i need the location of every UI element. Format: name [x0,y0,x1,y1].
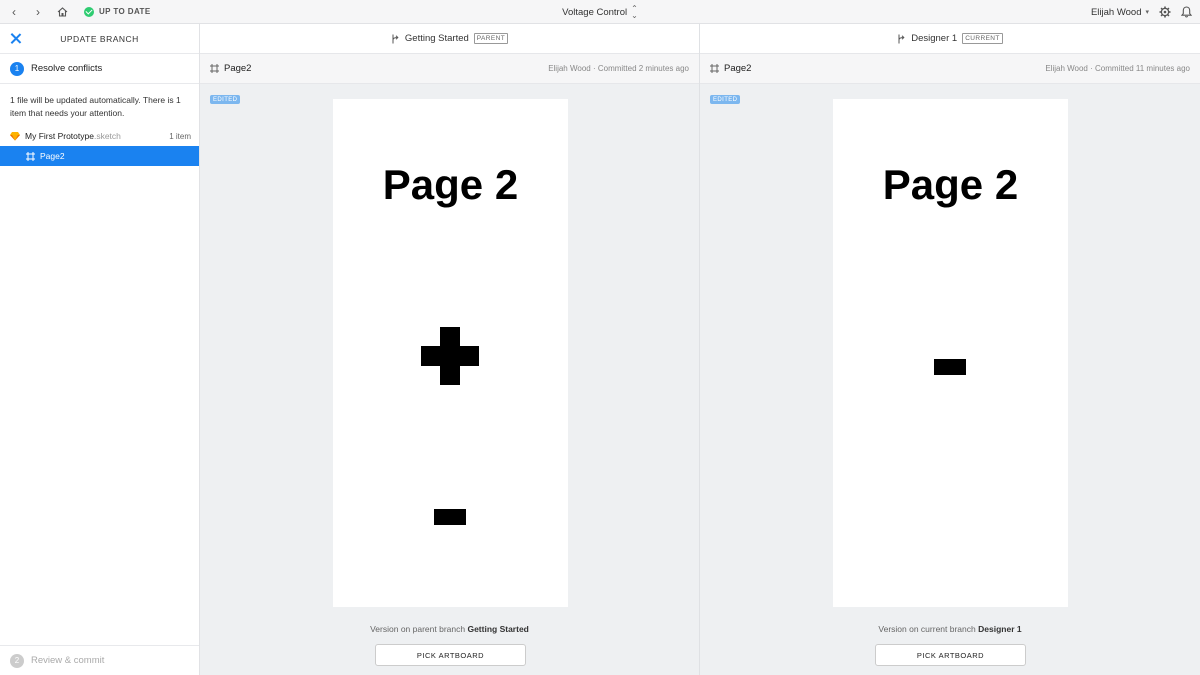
edited-badge: EDITED [210,95,241,104]
step-label: Resolve conflicts [31,63,103,74]
pick-artboard-button[interactable]: PICK ARTBOARD [375,644,526,666]
gear-icon[interactable] [1159,6,1171,18]
current-version-panel: Designer 1 CURRENT Page2 Elijah Wood · C… [700,24,1200,675]
project-switcher-wrap: Voltage Control ⌃ ⌄ [0,0,1200,24]
minus-icon [934,359,966,375]
updown-chevron-icon[interactable]: ⌃ ⌄ [631,5,638,20]
parent-version-panel: Getting Started PARENT Page2 Elijah Wood… [200,24,700,675]
version-caption-text: Version on parent branch [370,624,466,634]
branch-icon [391,34,400,44]
home-icon[interactable] [56,5,68,19]
user-name: Elijah Wood [1090,6,1142,18]
artboard-preview[interactable]: Page 2 [333,99,568,607]
nav-controls: ‹ › UP TO DATE [0,5,151,19]
branch-name: Getting Started [404,33,469,44]
branch-icon [897,34,906,44]
branch-header: Designer 1 CURRENT [700,24,1200,54]
version-caption-text: Version on current branch [878,624,976,634]
step-label: Review & commit [31,655,105,666]
page-item-label: Page2 [40,151,65,161]
sidebar-title: UPDATE BRANCH [60,33,139,44]
page-header: Page2 Elijah Wood · Committed 11 minutes… [700,54,1200,84]
title-bar: ‹ › UP TO DATE Voltage Control ⌃ ⌄ Elijah… [0,0,1200,24]
plus-icon [421,327,479,385]
step-number: 1 [10,61,24,76]
artboard-title: Page 2 [882,161,1019,208]
minus-icon [434,509,466,525]
branch-tag: PARENT [473,33,509,44]
topbar-right: Elijah Wood ▾ [1091,0,1192,24]
sidebar: UPDATE BRANCH 1 Resolve conflicts 1 file… [0,24,200,675]
page-item-selected[interactable]: Page2 [0,146,199,166]
pick-artboard-button[interactable]: PICK ARTBOARD [875,644,1026,666]
sync-status-label: UP TO DATE [99,7,151,16]
forward-icon[interactable]: › [32,5,44,19]
version-branch-name: Designer 1 [978,624,1022,634]
sidebar-header: UPDATE BRANCH [0,24,199,54]
artboard-title: Page 2 [382,161,519,208]
artboard-icon [210,64,219,73]
back-icon[interactable]: ‹ [8,5,20,19]
update-description: 1 file will be updated automatically. Th… [10,95,181,118]
commit-info: Elijah Wood · Committed 11 minutes ago [1045,64,1190,73]
file-item-count: 1 item [169,131,191,141]
version-branch-name: Getting Started [467,624,529,634]
step-resolve-conflicts[interactable]: 1 Resolve conflicts [0,54,199,84]
file-extension: .sketch [93,131,121,141]
sketch-file-icon [10,131,20,141]
sync-status: UP TO DATE [84,6,151,17]
commit-info: Elijah Wood · Committed 2 minutes ago [548,64,689,73]
bell-icon[interactable] [1181,6,1192,18]
artboard-icon [710,64,719,73]
page-header: Page2 Elijah Wood · Committed 2 minutes … [200,54,699,84]
chevron-down-icon: ▾ [1145,9,1149,16]
branch-header: Getting Started PARENT [200,24,699,54]
edited-badge: EDITED [710,95,741,104]
file-name: My First Prototype [25,131,94,141]
artboard-icon [26,151,35,161]
artboard-preview[interactable]: Page 2 [833,99,1068,607]
version-caption: Version on current branch Designer 1 [700,624,1200,634]
branch-tag: CURRENT [962,33,1003,44]
version-caption: Version on parent branch Getting Started [200,624,699,634]
step-review-commit: 2 Review & commit [0,645,199,675]
page-name: Page2 [724,63,752,74]
branch-name: Designer 1 [911,33,958,44]
close-icon[interactable] [10,33,21,44]
page-name: Page2 [224,63,252,74]
user-menu[interactable]: Elijah Wood ▾ [1091,7,1149,18]
project-name[interactable]: Voltage Control [562,7,627,18]
step-number: 2 [10,653,24,668]
file-item[interactable]: My First Prototype .sketch 1 item [0,126,199,146]
check-circle-icon [84,6,94,17]
